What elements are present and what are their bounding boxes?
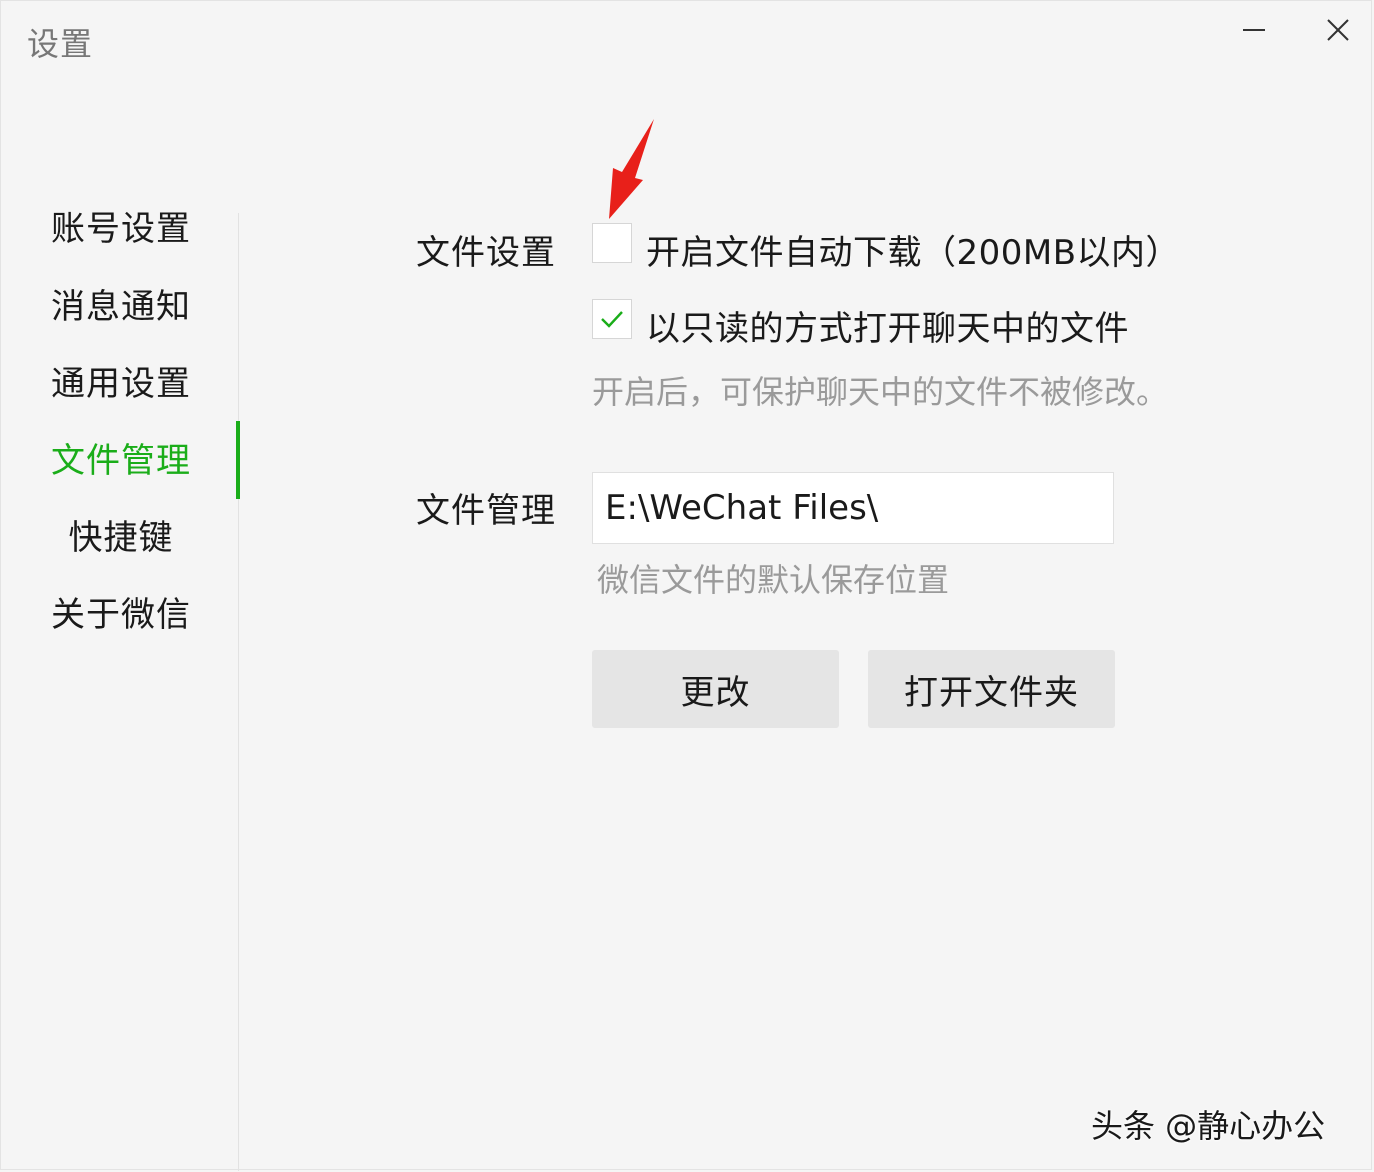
- file-management-label: 文件管理: [416, 491, 556, 531]
- file-path-input[interactable]: [592, 472, 1114, 544]
- watermark: 头条 @静心办公: [1091, 1107, 1326, 1145]
- sidebar-item-account[interactable]: 账号设置: [1, 199, 241, 259]
- file-settings-label: 文件设置: [416, 233, 556, 273]
- close-icon: [1327, 19, 1349, 41]
- settings-window: 设置 账号设置 消息通知 通用设置 文件管理 快捷键 关于微信 文件设置 开启文…: [0, 0, 1372, 1171]
- read-only-hint: 开启后，可保护聊天中的文件不被修改。: [592, 373, 1169, 411]
- sidebar-item-file-management[interactable]: 文件管理: [1, 431, 241, 491]
- sidebar-item-about[interactable]: 关于微信: [1, 585, 241, 645]
- red-arrow-annotation-icon: [609, 119, 654, 219]
- window-title: 设置: [27, 25, 94, 63]
- close-button[interactable]: [1315, 9, 1361, 53]
- file-path-hint: 微信文件的默认保存位置: [597, 561, 950, 599]
- read-only-label[interactable]: 以只读的方式打开聊天中的文件: [646, 301, 1129, 350]
- sidebar-item-general[interactable]: 通用设置: [1, 354, 241, 414]
- minimize-button[interactable]: [1231, 9, 1277, 53]
- sidebar-item-shortcuts[interactable]: 快捷键: [1, 508, 241, 568]
- auto-download-checkbox[interactable]: [592, 223, 632, 263]
- read-only-checkbox[interactable]: [592, 299, 632, 339]
- auto-download-label[interactable]: 开启文件自动下载（200MB以内）: [646, 225, 1180, 274]
- minimize-icon: [1243, 29, 1265, 31]
- sidebar-item-notifications[interactable]: 消息通知: [1, 277, 241, 337]
- change-button[interactable]: 更改: [592, 650, 839, 728]
- open-folder-button[interactable]: 打开文件夹: [868, 650, 1115, 728]
- checkmark-icon: [601, 311, 623, 328]
